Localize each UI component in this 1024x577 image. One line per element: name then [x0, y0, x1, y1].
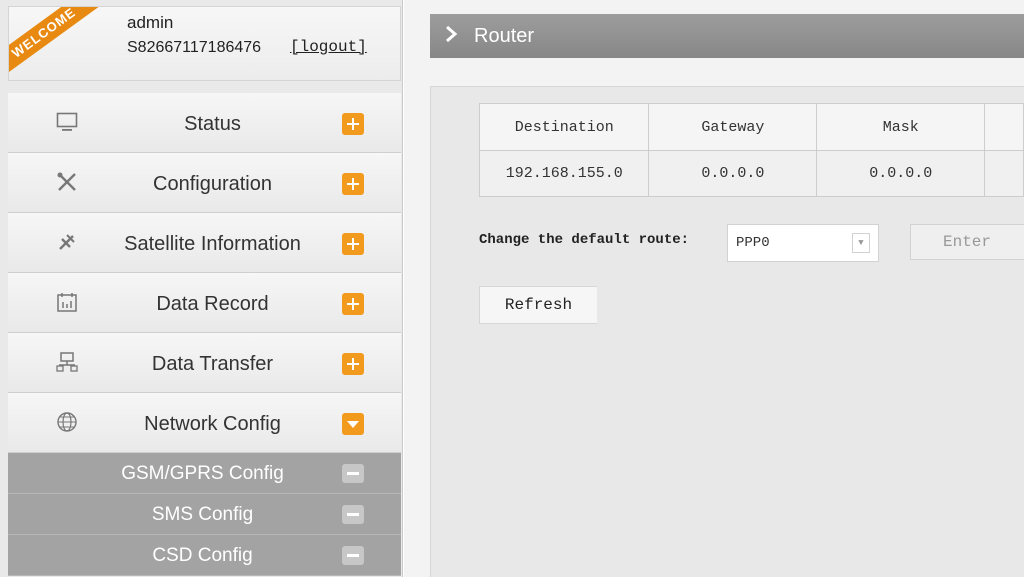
- menu-item-label: Data Record: [156, 293, 269, 315]
- dropdown-arrow-icon[interactable]: ▼: [852, 233, 870, 253]
- submenu-item-csd-config[interactable]: CSD Config: [8, 535, 401, 576]
- monitor-icon: [54, 109, 80, 135]
- expand-plus-icon[interactable]: [342, 293, 364, 315]
- default-route-label: Change the default route:: [479, 232, 690, 248]
- menu-item-label: Network Config: [144, 413, 281, 435]
- submenu-item-sms-config[interactable]: SMS Config: [8, 494, 401, 535]
- minus-icon: [342, 505, 364, 524]
- column-header-extra: [984, 103, 1024, 151]
- cell-gateway: 0.0.0.0: [648, 150, 818, 197]
- table-header-row: Destination Gateway Mask: [478, 103, 1024, 151]
- satellite-icon: [54, 229, 80, 255]
- logout-link[interactable]: [logout]: [290, 38, 367, 56]
- menu-item-network-config[interactable]: Network Config: [8, 393, 401, 453]
- network-icon: [54, 349, 80, 375]
- default-route-value: PPP0: [736, 235, 770, 251]
- routing-table: Destination Gateway Mask 192.168.155.0 0…: [478, 103, 1024, 197]
- submenu-item-gsm-gprs-config[interactable]: GSM/GPRS Config: [8, 453, 401, 494]
- expand-plus-icon[interactable]: [342, 173, 364, 195]
- submenu-item-label: CSD Config: [152, 545, 253, 566]
- menu-item-data-transfer[interactable]: Data Transfer: [8, 333, 401, 393]
- minus-icon: [342, 546, 364, 565]
- cell-extra: [984, 150, 1024, 197]
- column-header-destination: Destination: [478, 103, 650, 151]
- tools-icon: [54, 169, 80, 195]
- column-header-gateway: Gateway: [648, 103, 818, 151]
- menu-item-label: Satellite Information: [124, 233, 301, 255]
- enter-button[interactable]: Enter: [910, 224, 1024, 260]
- page-title: Router: [474, 25, 535, 47]
- menu-item-label: Status: [184, 113, 241, 135]
- refresh-button[interactable]: Refresh: [479, 286, 597, 324]
- menu-item-satellite-information[interactable]: Satellite Information: [8, 213, 401, 273]
- calendar-icon: [54, 289, 80, 315]
- expand-plus-icon[interactable]: [342, 233, 364, 255]
- menu-item-data-record[interactable]: Data Record: [8, 273, 401, 333]
- column-header-mask: Mask: [816, 103, 986, 151]
- menu-item-status[interactable]: Status: [8, 93, 401, 153]
- main-menu: Status Configuration Satellite Informati…: [8, 93, 401, 453]
- globe-icon: [54, 409, 80, 435]
- menu-item-label: Configuration: [153, 173, 272, 195]
- submenu-item-label: SMS Config: [151, 504, 254, 525]
- network-config-submenu: GSM/GPRS Config SMS Config CSD Config: [8, 453, 401, 576]
- cell-destination: 192.168.155.0: [478, 150, 650, 197]
- chevron-right-icon: [444, 22, 458, 50]
- minus-icon: [342, 464, 364, 483]
- menu-item-label: Data Transfer: [151, 353, 274, 375]
- expand-plus-icon[interactable]: [342, 353, 364, 375]
- expand-plus-icon[interactable]: [342, 113, 364, 135]
- sidebar: WELCOME admin S82667117186476 [logout] S…: [0, 0, 403, 577]
- welcome-ribbon: WELCOME: [9, 7, 104, 80]
- page-header: Router: [430, 14, 1024, 58]
- router-panel: Destination Gateway Mask 192.168.155.0 0…: [430, 86, 1024, 577]
- submenu-item-label: GSM/GPRS Config: [121, 463, 284, 484]
- user-info-box: WELCOME admin S82667117186476 [logout]: [8, 6, 401, 81]
- default-route-select[interactable]: PPP0 ▼: [727, 224, 879, 262]
- menu-item-configuration[interactable]: Configuration: [8, 153, 401, 213]
- cell-mask: 0.0.0.0: [816, 150, 986, 197]
- username: admin: [127, 13, 174, 32]
- table-row: 192.168.155.0 0.0.0.0 0.0.0.0: [478, 150, 1024, 197]
- device-serial: S82667117186476: [127, 39, 262, 56]
- collapse-arrow-icon[interactable]: [342, 413, 364, 435]
